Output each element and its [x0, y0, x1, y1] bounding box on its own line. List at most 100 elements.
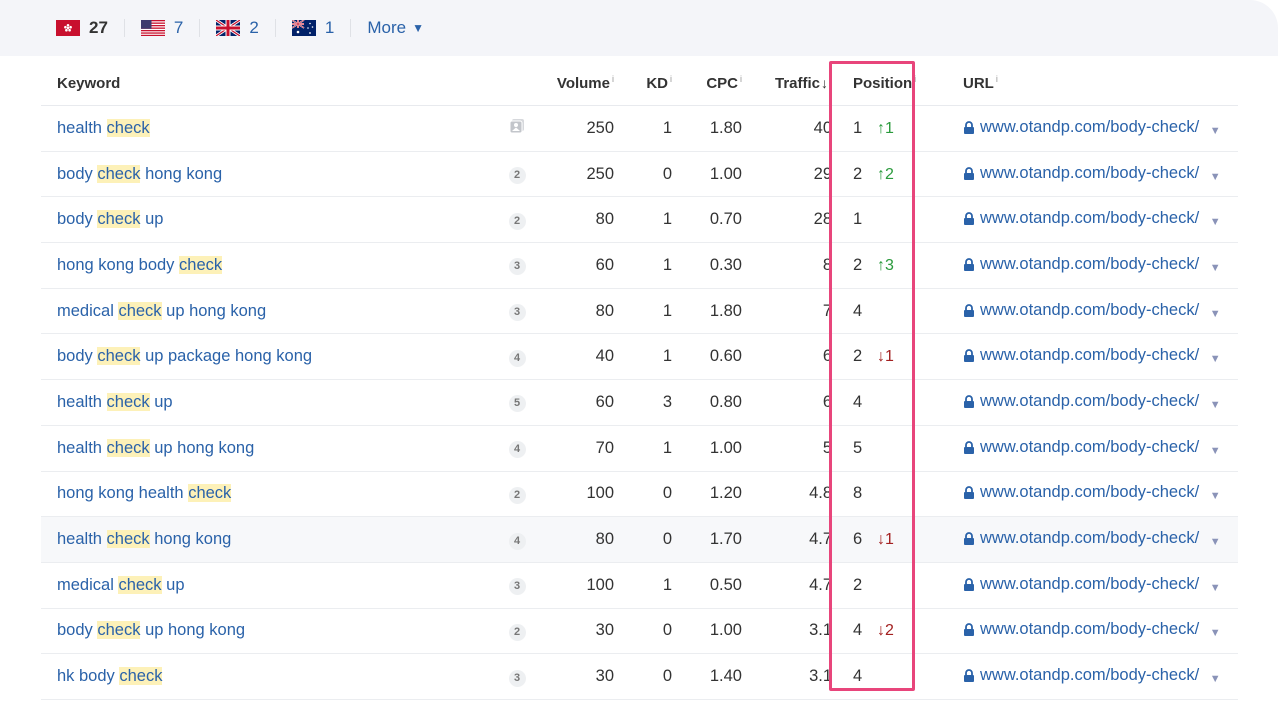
column-header-traffic[interactable]: Traffic↓ i [742, 61, 843, 106]
url-cell: www.otandp.com/body-check/ ▼ [955, 608, 1238, 655]
serp-features-count-badge[interactable]: 4 [508, 441, 526, 459]
volume-cell: 60 [547, 242, 614, 289]
serp-features-count-badge[interactable]: 3 [508, 669, 526, 687]
url-dropdown-caret-icon[interactable]: ▼ [1210, 536, 1221, 548]
url-link[interactable]: www.otandp.com/body-check/ [963, 392, 1199, 411]
url-cell: www.otandp.com/body-check/ ▼ [955, 151, 1238, 198]
keyword-link[interactable]: health check [57, 118, 150, 137]
info-icon[interactable]: i [740, 74, 742, 84]
keyword-link[interactable]: body check up [57, 210, 163, 229]
url-link[interactable]: www.otandp.com/body-check/ [963, 529, 1199, 548]
serp-features-count-badge[interactable]: 2 [508, 623, 526, 641]
keyword-link[interactable]: hk body check [57, 667, 163, 686]
url-dropdown-caret-icon[interactable]: ▼ [1210, 125, 1221, 137]
url-dropdown-caret-icon[interactable]: ▼ [1210, 445, 1221, 457]
serp-features-count-badge[interactable]: 2 [508, 486, 526, 504]
url-link[interactable]: www.otandp.com/body-check/ [963, 255, 1199, 274]
url-text: www.otandp.com/body-check/ [980, 437, 1200, 456]
serp-image-icon[interactable] [509, 118, 525, 134]
keyword-highlight: check [106, 118, 150, 137]
serp-features-cell: 2 [487, 196, 547, 244]
table-row: hong kong body check 3 60 1 0.30 8 2 ↑3 w… [41, 242, 1238, 289]
table-row: health check 250 1 1.80 40 1 ↑1 www.otand… [41, 105, 1238, 152]
keyword-link[interactable]: body check up hong kong [57, 621, 245, 640]
url-cell: www.otandp.com/body-check/ ▼ [955, 242, 1238, 289]
serp-features-count-badge[interactable]: 5 [508, 395, 526, 413]
country-count: 27 [89, 18, 108, 37]
position-change: ↑1 [877, 119, 894, 137]
info-icon[interactable]: i [914, 74, 916, 84]
position-change: ↓2 [877, 622, 894, 640]
keyword-link[interactable]: health check hong kong [57, 530, 231, 549]
column-header-position[interactable]: Position i [843, 61, 935, 106]
position-value: 4 [853, 667, 863, 686]
url-cell: www.otandp.com/body-check/ ▼ [955, 471, 1238, 518]
keyword-link[interactable]: hong kong body check [57, 255, 223, 274]
serp-features-count-badge[interactable]: 2 [508, 167, 526, 185]
serp-features-count-badge[interactable]: 2 [508, 212, 526, 230]
country-tab-hk[interactable]: 27 [56, 18, 108, 38]
url-link[interactable]: www.otandp.com/body-check/ [963, 209, 1199, 228]
position-cell: 6 ↓1 [843, 516, 935, 563]
table-row: medical check up 3 100 1 0.50 4.7 2 www.… [41, 562, 1238, 609]
url-text: www.otandp.com/body-check/ [980, 391, 1200, 410]
url-dropdown-caret-icon[interactable]: ▼ [1210, 399, 1221, 411]
url-link[interactable]: www.otandp.com/body-check/ [963, 301, 1199, 320]
url-dropdown-caret-icon[interactable]: ▼ [1210, 582, 1221, 594]
serp-features-count-badge[interactable]: 4 [508, 349, 526, 367]
url-link[interactable]: www.otandp.com/body-check/ [963, 438, 1199, 457]
country-tab-au[interactable]: 1 [291, 18, 334, 38]
url-dropdown-caret-icon[interactable]: ▼ [1210, 308, 1221, 320]
position-cell: 4 [843, 288, 935, 335]
serp-features-count-badge[interactable]: 3 [508, 304, 526, 322]
url-cell: www.otandp.com/body-check/ ▼ [955, 105, 1238, 152]
keyword-cell: hk body check [41, 653, 487, 700]
kd-cell: 1 [614, 242, 672, 289]
keyword-link[interactable]: medical check up [57, 575, 185, 594]
country-count: 7 [173, 18, 184, 37]
url-link[interactable]: www.otandp.com/body-check/ [963, 346, 1199, 365]
keyword-link[interactable]: health check up hong kong [57, 438, 254, 457]
url-dropdown-caret-icon[interactable]: ▼ [1210, 490, 1221, 502]
column-header-keyword[interactable]: Keyword [41, 61, 487, 106]
url-link[interactable]: www.otandp.com/body-check/ [963, 164, 1199, 183]
column-header-cpc[interactable]: CPC i [672, 61, 742, 106]
cpc-cell: 1.00 [672, 425, 742, 472]
url-dropdown-caret-icon[interactable]: ▼ [1210, 216, 1221, 228]
more-countries-dropdown[interactable]: More ▼ [367, 18, 424, 38]
country-tab-us[interactable]: 7 [140, 18, 184, 38]
info-icon[interactable]: i [830, 74, 832, 84]
keyword-link[interactable]: medical check up hong kong [57, 301, 266, 320]
keyword-link[interactable]: body check up package hong kong [57, 347, 312, 366]
cpc-cell: 0.80 [672, 379, 742, 426]
url-dropdown-caret-icon[interactable]: ▼ [1210, 627, 1221, 639]
url-link[interactable]: www.otandp.com/body-check/ [963, 666, 1199, 685]
volume-cell: 30 [547, 608, 614, 655]
info-icon[interactable]: i [996, 74, 998, 84]
url-link[interactable]: www.otandp.com/body-check/ [963, 620, 1199, 639]
hong-kong-flag-icon [56, 20, 80, 36]
serp-features-count-badge[interactable]: 4 [508, 532, 526, 550]
serp-features-cell: 3 [487, 242, 547, 289]
url-link[interactable]: www.otandp.com/body-check/ [963, 118, 1199, 137]
url-dropdown-caret-icon[interactable]: ▼ [1210, 353, 1221, 365]
column-header-volume[interactable]: Volume i [547, 61, 614, 106]
position-value: 8 [853, 484, 863, 503]
keyword-cell: health check hong kong [41, 516, 487, 563]
keyword-link[interactable]: body check hong kong [57, 164, 222, 183]
column-header-kd[interactable]: KD i [614, 61, 672, 106]
url-dropdown-caret-icon[interactable]: ▼ [1210, 262, 1221, 274]
info-icon[interactable]: i [670, 74, 672, 84]
serp-features-count-badge[interactable]: 3 [508, 578, 526, 596]
keyword-highlight: check [118, 301, 162, 320]
url-link[interactable]: www.otandp.com/body-check/ [963, 575, 1199, 594]
url-dropdown-caret-icon[interactable]: ▼ [1210, 673, 1221, 685]
keyword-link[interactable]: health check up [57, 392, 173, 411]
url-dropdown-caret-icon[interactable]: ▼ [1210, 171, 1221, 183]
column-header-url[interactable]: URL i [955, 61, 1238, 106]
serp-features-count-badge[interactable]: 3 [508, 258, 526, 276]
url-link[interactable]: www.otandp.com/body-check/ [963, 483, 1199, 502]
country-tab-gb[interactable]: 2 [216, 18, 259, 38]
info-icon[interactable]: i [612, 74, 614, 84]
keyword-link[interactable]: hong kong health check [57, 484, 232, 503]
